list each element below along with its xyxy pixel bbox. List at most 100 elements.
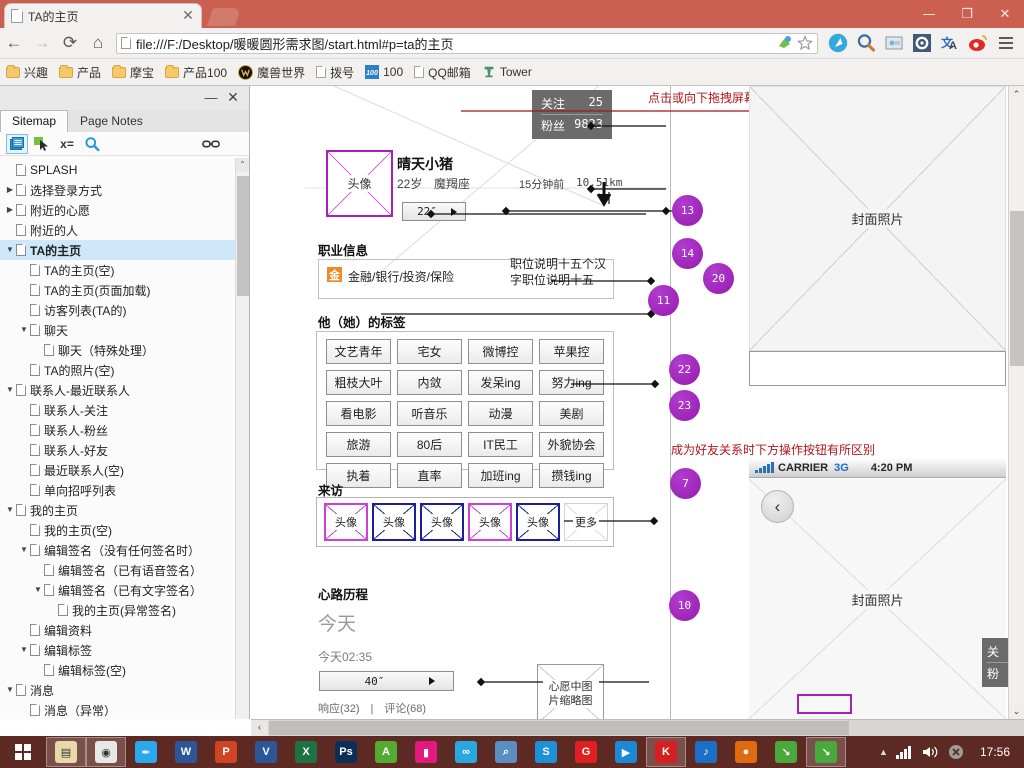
action-center-icon[interactable]	[948, 744, 964, 760]
sitemap-node[interactable]: 单向招呼列表	[0, 480, 235, 500]
chrome-menu-button[interactable]	[995, 32, 1017, 54]
tab-page-notes[interactable]: Page Notes	[68, 110, 155, 132]
taskbar-clock[interactable]: 17:56	[972, 745, 1018, 759]
sitemap-node[interactable]: TA的主页(空)	[0, 260, 235, 280]
taskbar-item-photoshop[interactable]: Ps	[326, 737, 366, 767]
sitemap-node[interactable]: ▼ 编辑签名（没有任何签名时）	[0, 540, 235, 560]
sitemap-node[interactable]: 联系人-粉丝	[0, 420, 235, 440]
sitemap-node[interactable]: TA的主页(页面加载)	[0, 280, 235, 300]
scroll-up-icon[interactable]: ⌃	[236, 158, 249, 172]
taskbar-item-powerpoint[interactable]: P	[206, 737, 246, 767]
taskbar-item-music-app[interactable]: ♪	[686, 737, 726, 767]
screenshot-extension-icon[interactable]	[883, 32, 905, 54]
sitemap-view-icon[interactable]	[6, 133, 28, 154]
bookmark-item[interactable]: 产品100	[165, 64, 227, 81]
taskbar-item-kmplayer[interactable]: K	[646, 737, 686, 767]
sitemap-node[interactable]: 访客列表(TA的)	[0, 300, 235, 320]
window-close-button[interactable]: ✕	[986, 0, 1024, 28]
sitemap-node[interactable]: 聊天（特殊处理）	[0, 340, 235, 360]
taskbar-item-orange-app[interactable]: ●	[726, 737, 766, 767]
canvas-vertical-scrollbar[interactable]: ⌃ ⌄	[1008, 86, 1024, 719]
tree-toggle-icon[interactable]: ▼	[18, 324, 30, 336]
sitemap-tree[interactable]: SPLASH ▶ 选择登录方式 ▶ 附近的心愿 附近的人 ▼ TA的主页 TA的主页(空) TA的…	[0, 158, 235, 719]
tree-toggle-icon[interactable]: ▼	[4, 504, 16, 516]
settings-gear-extension-icon[interactable]	[911, 32, 933, 54]
bookmark-item[interactable]: 产品	[59, 64, 101, 81]
bookmark-item[interactable]: 100 100	[365, 65, 403, 79]
sitemap-node[interactable]: 联系人-好友	[0, 440, 235, 460]
new-tab-button[interactable]	[207, 8, 241, 26]
sitemap-node[interactable]: 消息（异常）	[0, 700, 235, 719]
sitemap-node[interactable]: 我的主页(空)	[0, 520, 235, 540]
tree-toggle-icon[interactable]: ▼	[4, 244, 16, 256]
taskbar-item-search-app[interactable]: ⌕	[486, 737, 526, 767]
reload-button[interactable]: ⟳	[56, 29, 84, 57]
tree-toggle-icon[interactable]: ▼	[4, 684, 16, 696]
translate-a-extension-icon[interactable]: 文A	[939, 32, 961, 54]
window-maximize-button[interactable]: ❐	[948, 0, 986, 28]
weibo-extension-icon[interactable]	[967, 32, 989, 54]
sitemap-node[interactable]: 联系人-关注	[0, 400, 235, 420]
tree-toggle-icon[interactable]: ▼	[4, 384, 16, 396]
taskbar-item-axure[interactable]: A	[366, 737, 406, 767]
back-button-icon[interactable]: ‹	[761, 490, 794, 523]
back-button[interactable]: ←	[0, 29, 28, 57]
bookmark-item[interactable]: 拨号	[316, 64, 354, 81]
preview-cover-photo-1[interactable]: 封面照片	[749, 86, 1006, 351]
sitemap-node[interactable]: ▶ 选择登录方式	[0, 180, 235, 200]
volume-icon[interactable]	[922, 745, 940, 759]
scrollbar-thumb[interactable]	[237, 176, 249, 296]
tree-toggle-icon[interactable]: ▼	[18, 644, 30, 656]
horizontal-scrollbar-thumb[interactable]	[269, 721, 849, 735]
bookmark-item[interactable]: Tower	[482, 65, 532, 79]
sitemap-node[interactable]: ▶ 附近的心愿	[0, 200, 235, 220]
show-hidden-icons[interactable]: ▲	[879, 747, 888, 757]
sitemap-node[interactable]: ▼ 联系人-最近联系人	[0, 380, 235, 400]
sitemap-node[interactable]: ▼ 编辑签名（已有文字签名）	[0, 580, 235, 600]
evernote-extension-icon[interactable]	[827, 32, 849, 54]
tree-toggle-icon[interactable]: ▶	[4, 184, 16, 196]
taskbar-item-excel[interactable]: X	[286, 737, 326, 767]
taskbar-item-green-app-2[interactable]: ↘	[806, 737, 846, 767]
sitemap-minimize-button[interactable]: —	[203, 90, 219, 106]
taskbar-item-visio[interactable]: V	[246, 737, 286, 767]
bookmark-star-icon[interactable]	[797, 35, 813, 51]
taskbar-item-chrome[interactable]: ◉	[86, 737, 126, 767]
bookmark-item[interactable]: 摩宝	[112, 64, 154, 81]
taskbar-item-app-pink[interactable]: ▮	[406, 737, 446, 767]
sitemap-close-button[interactable]: ✕	[225, 90, 241, 106]
sitemap-scrollbar[interactable]: ⌃	[235, 158, 249, 719]
bookmark-item[interactable]: 魔兽世界	[238, 64, 305, 81]
sitemap-node[interactable]: SPLASH	[0, 160, 235, 180]
taskbar-item-green-app-1[interactable]: ↘	[766, 737, 806, 767]
home-button[interactable]: ⌂	[84, 29, 112, 57]
taskbar-item-evernote[interactable]: ✒	[126, 737, 166, 767]
cursor-icon[interactable]	[31, 134, 53, 154]
scroll-down-icon[interactable]: ⌄	[1009, 703, 1024, 719]
address-bar[interactable]: file:///F:/Desktop/暖暖圆形需求图/start.html#p=…	[116, 32, 818, 54]
taskbar-item-360[interactable]: G	[566, 737, 606, 767]
tree-toggle-icon[interactable]: ▼	[32, 584, 44, 596]
taskbar-item-skype[interactable]: S	[526, 737, 566, 767]
sitemap-node[interactable]: 我的主页(异常签名)	[0, 600, 235, 620]
bookmark-item[interactable]: QQ邮箱	[414, 64, 471, 81]
sitemap-node[interactable]: ▼ TA的主页	[0, 240, 235, 260]
sitemap-node[interactable]: ▼ 消息	[0, 680, 235, 700]
sitemap-node[interactable]: ▼ 编辑标签	[0, 640, 235, 660]
sitemap-node[interactable]: 附近的人	[0, 220, 235, 240]
bookmark-item[interactable]: 兴趣	[6, 64, 48, 81]
sitemap-node[interactable]: 编辑资料	[0, 620, 235, 640]
translate-icon[interactable]	[777, 35, 793, 51]
window-minimize-button[interactable]: —	[910, 0, 948, 28]
sitemap-node[interactable]: 编辑标签(空)	[0, 660, 235, 680]
taskbar-item-word[interactable]: W	[166, 737, 206, 767]
browser-tab[interactable]: TA的主页 ✕	[4, 3, 202, 28]
search-icon[interactable]	[81, 134, 103, 154]
network-icon[interactable]	[895, 745, 914, 759]
sitemap-node[interactable]: 编辑签名（已有语音签名）	[0, 560, 235, 580]
taskbar-item-file-explorer[interactable]: ▤	[46, 737, 86, 767]
sitemap-node[interactable]: ▼ 聊天	[0, 320, 235, 340]
scroll-up-icon[interactable]: ⌃	[1009, 86, 1024, 102]
canvas-horizontal-scrollbar[interactable]: ‹	[251, 719, 1024, 736]
forward-button[interactable]: →	[28, 29, 56, 57]
